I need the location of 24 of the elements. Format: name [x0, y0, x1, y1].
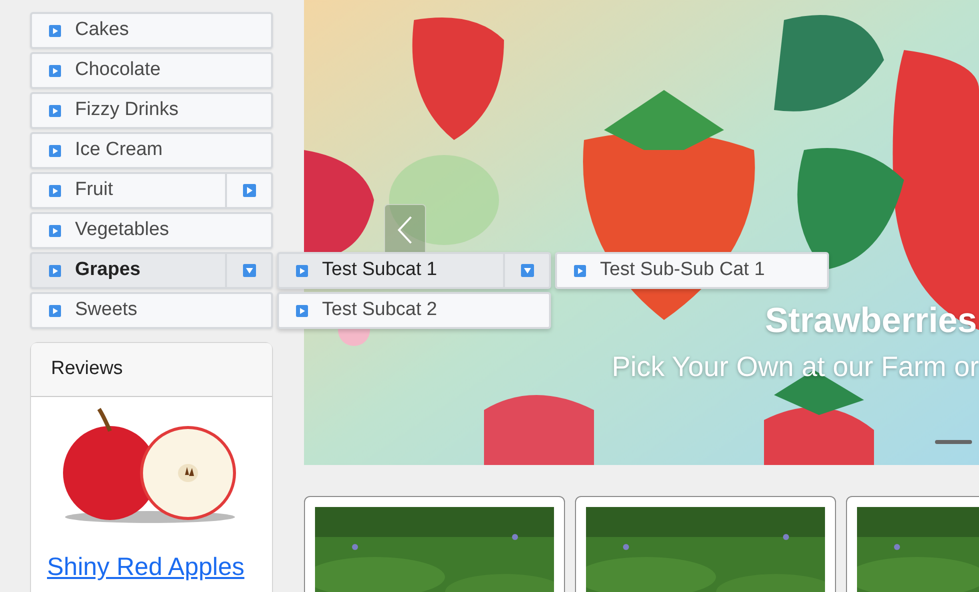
arrow-square-icon [49, 304, 61, 316]
arrow-square-icon [296, 264, 308, 276]
menu-link[interactable]: Fruit [32, 174, 225, 207]
arrow-square-icon [49, 264, 61, 276]
caret-down-icon [242, 264, 256, 277]
caret-down-icon [520, 264, 534, 277]
menu-item[interactable]: Test Subcat 1 [277, 252, 551, 289]
arrow-square-icon [49, 144, 61, 156]
menu-link[interactable]: Test Subcat 1 [279, 254, 503, 287]
slide-indicator[interactable] [935, 440, 972, 444]
menu-item[interactable]: Fruit [30, 172, 273, 209]
arrow-square-icon [49, 184, 61, 196]
chevron-left-icon [397, 215, 413, 245]
arrow-square-icon [49, 24, 61, 36]
card-header: Reviews [31, 343, 272, 396]
caret-right-icon [242, 184, 256, 197]
arrow-square-icon [49, 224, 61, 236]
arrow-square-icon [574, 264, 586, 276]
menu-item[interactable]: Grapes [30, 252, 273, 289]
arrow-square-icon [49, 64, 61, 76]
arrow-square-icon [49, 104, 61, 116]
menu-link[interactable]: Grapes [32, 254, 225, 287]
product-link[interactable]: Shiny Red Apples [47, 548, 244, 586]
arrow-square-icon [296, 304, 308, 316]
